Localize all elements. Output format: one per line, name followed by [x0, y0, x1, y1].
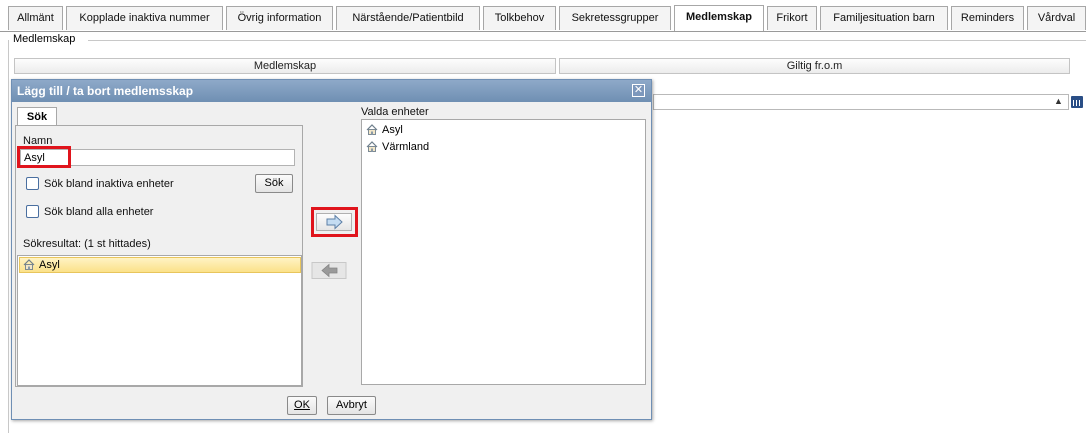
remove-button[interactable] [311, 262, 355, 279]
checkbox-search-all-label: Sök bland alla enheter [44, 206, 154, 218]
tab-kopplade-inaktiva-nummer[interactable]: Kopplade inaktiva nummer [66, 6, 223, 30]
list-item[interactable]: Värmland [363, 140, 643, 155]
close-icon[interactable]: ✕ [632, 84, 645, 97]
house-icon [366, 124, 378, 135]
checkbox-search-inactive[interactable] [26, 177, 39, 190]
tab-bar: Allmänt Kopplade inaktiva nummer Övrig i… [0, 0, 1086, 32]
tab-frikort[interactable]: Frikort [767, 6, 817, 30]
column-header-medlemskap[interactable]: Medlemskap [14, 58, 556, 74]
house-icon [23, 259, 35, 270]
group-border-left [8, 40, 9, 433]
tab-allmant[interactable]: Allmänt [8, 6, 63, 30]
tab-medlemskap[interactable]: Medlemskap [674, 5, 764, 31]
arrow-right-icon [326, 214, 343, 230]
membership-dialog: Lägg till / ta bort medlemsskap ✕ Sök Na… [11, 79, 652, 420]
dialog-title: Lägg till / ta bort medlemsskap [12, 80, 651, 102]
list-item[interactable]: Asyl [19, 257, 301, 273]
cancel-button[interactable]: Avbryt [327, 396, 376, 415]
tab-sok[interactable]: Sök [17, 107, 57, 126]
tab-reminders[interactable]: Reminders [951, 6, 1024, 30]
list-item-label: Asyl [382, 124, 403, 136]
add-button[interactable] [316, 213, 352, 231]
ok-button-label: OK [294, 399, 310, 411]
column-header-giltig-from[interactable]: Giltig fr.o.m [559, 58, 1070, 74]
group-legend: Medlemskap [13, 33, 79, 45]
tab-sekretessgrupper[interactable]: Sekretessgrupper [559, 6, 671, 30]
ok-button[interactable]: OK [287, 396, 317, 415]
cancel-button-label: Avbryt [336, 399, 367, 411]
arrow-left-icon [311, 262, 347, 279]
name-input[interactable] [20, 149, 295, 166]
results-list[interactable]: Asyl [17, 255, 302, 386]
selected-label: Valda enheter [361, 106, 429, 118]
list-item[interactable]: Asyl [363, 123, 643, 138]
selected-list[interactable]: Asyl Värmland [361, 119, 646, 385]
checkbox-search-inactive-label: Sök bland inaktiva enheter [44, 178, 174, 190]
date-field[interactable] [653, 94, 1069, 110]
tab-vardval[interactable]: Vårdval [1027, 6, 1086, 30]
tab-familjesituation-barn[interactable]: Familjesituation barn [820, 6, 948, 30]
results-label: Sökresultat: (1 st hittades) [23, 238, 151, 250]
list-item-label: Värmland [382, 141, 430, 153]
tab-ovrig-information[interactable]: Övrig information [226, 6, 333, 30]
tab-tolkbehov[interactable]: Tolkbehov [483, 6, 556, 30]
group-border-top [88, 40, 1086, 41]
name-label: Namn [23, 135, 53, 147]
search-panel: Namn Sök bland inaktiva enheter Sök Sök … [15, 125, 303, 387]
house-icon [366, 141, 378, 152]
search-button[interactable]: Sök [255, 174, 293, 193]
spin-arrows-icon[interactable]: ▲ [1054, 96, 1063, 106]
checkbox-search-all[interactable] [26, 205, 39, 218]
calendar-icon[interactable] [1071, 96, 1083, 108]
list-item-label: Asyl [39, 259, 60, 271]
tab-narstaende-patientbild[interactable]: Närstående/Patientbild [336, 6, 480, 30]
